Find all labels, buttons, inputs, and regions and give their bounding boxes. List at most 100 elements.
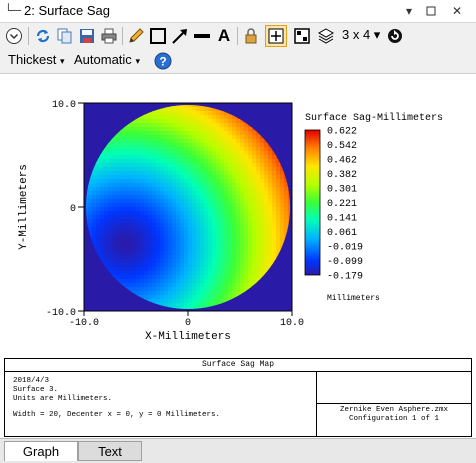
heatmap-cell xyxy=(184,271,189,276)
heatmap-cell xyxy=(172,159,177,164)
heatmap-cell xyxy=(264,255,269,260)
window-arrange-icon[interactable] xyxy=(292,26,312,46)
heatmap-cell xyxy=(252,179,257,184)
heatmap-cell xyxy=(132,287,137,292)
heatmap-cell xyxy=(220,195,225,200)
help-icon[interactable]: ? xyxy=(153,51,173,71)
heatmap-cell xyxy=(184,107,189,112)
dropdown-icon[interactable]: ▾ xyxy=(398,0,420,22)
save-icon[interactable] xyxy=(77,26,97,46)
heatmap-cell xyxy=(156,163,161,168)
heatmap-cell xyxy=(148,223,153,228)
line-thickness-dropdown[interactable]: Thickest ▾ xyxy=(8,52,65,67)
heatmap-cell xyxy=(268,195,273,200)
heatmap-cell xyxy=(236,183,241,188)
layers-icon[interactable] xyxy=(316,26,336,46)
heatmap-cell xyxy=(236,251,241,256)
heatmap-cell xyxy=(120,183,125,188)
heatmap-cell xyxy=(144,127,149,132)
tab-graph[interactable]: Graph xyxy=(4,441,78,461)
heatmap-cell xyxy=(180,291,185,296)
heatmap-cell xyxy=(256,163,261,168)
heatmap-cell xyxy=(212,127,217,132)
heatmap-cell xyxy=(252,207,257,212)
close-icon[interactable]: ✕ xyxy=(446,0,468,22)
heatmap-cell xyxy=(220,215,225,220)
pencil-icon[interactable] xyxy=(126,26,146,46)
heatmap-cell xyxy=(212,159,217,164)
heatmap-cell xyxy=(140,247,145,252)
heatmap-cell xyxy=(224,239,229,244)
heatmap-cell xyxy=(212,279,217,284)
heatmap-cell xyxy=(208,291,213,296)
grid-layout-dropdown[interactable]: 3 x 4 ▾ xyxy=(342,27,380,43)
heatmap-cell xyxy=(128,203,133,208)
heatmap-cell xyxy=(268,239,273,244)
heatmap-cell xyxy=(236,243,241,248)
heatmap-cell xyxy=(124,215,129,220)
line-icon[interactable] xyxy=(192,26,212,46)
heatmap-cell xyxy=(200,291,205,296)
heatmap-cell xyxy=(100,187,105,192)
heatmap-cell xyxy=(208,187,213,192)
heatmap-cell xyxy=(164,147,169,152)
copy-icon[interactable] xyxy=(55,26,75,46)
heatmap-cell xyxy=(268,163,273,168)
heatmap-cell xyxy=(248,187,253,192)
zoom-fit-icon[interactable] xyxy=(265,25,287,47)
heatmap-cell xyxy=(184,203,189,208)
heatmap-cell xyxy=(280,199,285,204)
heatmap-cell xyxy=(140,187,145,192)
heatmap-cell xyxy=(140,291,145,296)
heatmap-cell xyxy=(168,235,173,240)
heatmap-cell xyxy=(112,243,117,248)
heatmap-cell xyxy=(124,195,129,200)
print-icon[interactable] xyxy=(99,26,119,46)
arrow-icon[interactable] xyxy=(170,26,190,46)
heatmap-cell xyxy=(148,131,153,136)
heatmap-cell xyxy=(100,211,105,216)
scale-mode-dropdown[interactable]: Automatic ▾ xyxy=(74,52,140,67)
heatmap-cell xyxy=(120,259,125,264)
heatmap-cell xyxy=(248,243,253,248)
heatmap-cell xyxy=(280,191,285,196)
heatmap-cell xyxy=(212,251,217,256)
heatmap-cell xyxy=(216,255,221,260)
heatmap-cell xyxy=(156,243,161,248)
heatmap-cell xyxy=(112,163,117,168)
lock-icon[interactable] xyxy=(241,26,261,46)
heatmap-cell xyxy=(132,271,137,276)
tab-text[interactable]: Text xyxy=(78,441,142,461)
heatmap-cell xyxy=(200,131,205,136)
heatmap-cell xyxy=(176,275,181,280)
heatmap-cell xyxy=(108,263,113,268)
restore-icon[interactable] xyxy=(420,0,442,22)
heatmap-cell xyxy=(132,279,137,284)
heatmap-cell xyxy=(236,227,241,232)
x-axis-label: X-Millimeters xyxy=(145,331,231,343)
heatmap-cell xyxy=(116,223,121,228)
heatmap-cell xyxy=(220,151,225,156)
window-pin-icon[interactable]: └─ xyxy=(4,3,21,17)
heatmap-cell xyxy=(96,175,101,180)
heatmap-cell xyxy=(248,191,253,196)
rectangle-icon[interactable] xyxy=(148,26,168,46)
heatmap-cell xyxy=(260,167,265,172)
heatmap-cell xyxy=(184,119,189,124)
heatmap-cell xyxy=(108,231,113,236)
heatmap-cell xyxy=(216,283,221,288)
heatmap-cell xyxy=(92,175,97,180)
heatmap-cell xyxy=(104,223,109,228)
y-axis-label: Y-Millimeters xyxy=(18,164,30,250)
heatmap-cell xyxy=(236,219,241,224)
heatmap-cell xyxy=(236,131,241,136)
heatmap-cell xyxy=(196,199,201,204)
heatmap-cell xyxy=(120,195,125,200)
collapse-icon[interactable] xyxy=(4,26,24,46)
text-icon[interactable]: A xyxy=(214,26,234,46)
heatmap-cell xyxy=(212,163,217,168)
auto-update-icon[interactable] xyxy=(385,26,405,46)
refresh-icon[interactable] xyxy=(33,26,53,46)
heatmap-cell xyxy=(272,183,277,188)
heatmap-cell xyxy=(148,207,153,212)
